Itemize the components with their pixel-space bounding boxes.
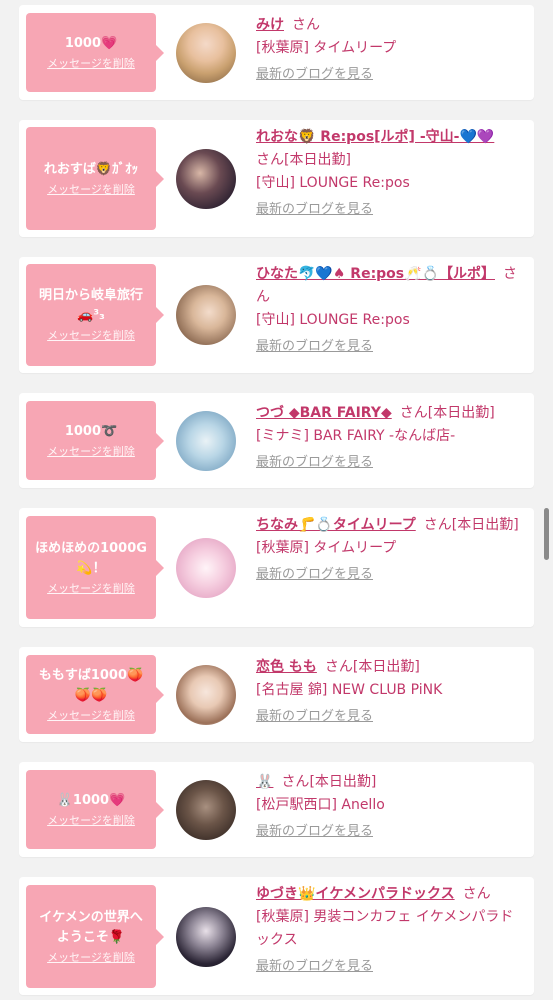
attendance-status: [本日出勤] [284,152,351,168]
delete-message-link[interactable]: メッセージを削除 [47,581,135,597]
honorific: さん [292,17,320,33]
message-text: 1000➰ [64,423,118,439]
message-text: ももすば1000🍑🍑🍑 [38,667,144,703]
cast-name-link[interactable]: つづ ◆BAR FAIRY◆ [256,405,392,421]
message-card: 1000💗 メッセージを削除 みけ さん [秋葉原] タイムリープ 最新のブログを… [19,5,534,100]
avatar[interactable] [176,665,236,725]
message-bubble: 1000💗 メッセージを削除 [26,13,164,92]
shop-name: [名古屋 錦] NEW CLUB PiNK [256,682,443,698]
message-text: ほめほめの1000G💫！ [35,540,147,576]
honorific: さん [256,152,284,168]
delete-message-link[interactable]: メッセージを削除 [47,328,135,344]
delete-message-link[interactable]: メッセージを削除 [47,56,135,72]
avatar[interactable] [176,538,236,598]
shop-name: [守山] LOUNGE Re:pos [256,312,410,328]
cast-name-link[interactable]: 🐰 [256,774,273,790]
message-card: ももすば1000🍑🍑🍑 メッセージを削除 恋色 もも さん[本日出勤] [名古屋 … [19,647,534,742]
cast-name-link[interactable]: みけ [256,17,284,33]
message-text: イケメンの世界へようこそ🌹 [39,909,143,945]
cast-name-link[interactable]: れおな🦁 Re:pos[ルポ] -守山-💙💜 [256,129,494,145]
message-bubble: 🐰1000💗 メッセージを削除 [26,770,164,849]
cast-name-link[interactable]: 恋色 もも [256,659,317,675]
delete-message-link[interactable]: メッセージを削除 [47,708,135,724]
scrollbar[interactable] [544,508,549,560]
message-card: 明日から岐阜旅行🚗³₃ メッセージを削除 ひなた🐬💙♠ Re:pos🥂💍【ルポ】… [19,257,534,373]
delete-message-link[interactable]: メッセージを削除 [47,813,135,829]
delete-message-link[interactable]: メッセージを削除 [47,950,135,966]
shop-name: [秋葉原] 男装コンカフェ イケメンパラドックス [256,909,514,948]
message-bubble: 明日から岐阜旅行🚗³₃ メッセージを削除 [26,264,164,366]
message-text: 1000💗 [64,35,118,51]
attendance-status: [本日出勤] [427,405,495,421]
avatar[interactable] [176,149,236,209]
honorific: さん [281,774,310,790]
view-blog-link[interactable]: 最新のブログを見る [256,563,373,586]
message-bubble: 1000➰ メッセージを削除 [26,401,164,480]
view-blog-link[interactable]: 最新のブログを見る [256,820,373,843]
message-bubble: ほめほめの1000G💫！ メッセージを削除 [26,516,164,619]
cast-name-link[interactable]: ひなた🐬💙♠ Re:pos🥂💍【ルポ】 [256,266,495,282]
view-blog-link[interactable]: 最新のブログを見る [256,198,373,221]
message-text: 🐰1000💗 [56,792,126,808]
message-card: 1000➰ メッセージを削除 つづ ◆BAR FAIRY◆ さん[本日出勤] [ミ… [19,393,534,488]
message-card: れおすば🦁ｶﾞｵｯ メッセージを削除 れおな🦁 Re:pos[ルポ] -守山-💙… [19,120,534,237]
message-card: ほめほめの1000G💫！ メッセージを削除 ちなみ🦵💍タイムリープ さん[本日出勤… [19,508,534,627]
shop-name: [秋葉原] タイムリープ [256,40,397,56]
view-blog-link[interactable]: 最新のブログを見る [256,705,373,728]
view-blog-link[interactable]: 最新のブログを見る [256,451,373,474]
view-blog-link[interactable]: 最新のブログを見る [256,955,373,978]
avatar[interactable] [176,285,236,345]
honorific: さん [324,659,353,675]
honorific: さん [462,886,491,902]
delete-message-link[interactable]: メッセージを削除 [47,182,135,198]
view-blog-link[interactable]: 最新のブログを見る [256,335,373,358]
message-bubble: れおすば🦁ｶﾞｵｯ メッセージを削除 [26,127,164,230]
honorific: さん [423,517,452,533]
message-card: イケメンの世界へようこそ🌹 メッセージを削除 ゆづき👑イケメンパラドックス さん … [19,877,534,995]
shop-name: [秋葉原] タイムリープ [256,540,397,556]
shop-name: [守山] LOUNGE Re:pos [256,175,410,191]
attendance-status: [本日出勤] [309,774,377,790]
message-bubble: ももすば1000🍑🍑🍑 メッセージを削除 [26,655,164,734]
message-text: 明日から岐阜旅行🚗³₃ [38,288,143,323]
shop-name: [松戸駅西口] Anello [256,797,385,813]
attendance-status: [本日出勤] [352,659,420,675]
view-blog-link[interactable]: 最新のブログを見る [256,63,373,86]
message-card: 🐰1000💗 メッセージを削除 🐰 さん[本日出勤] [松戸駅西口] Anello… [19,762,534,857]
attendance-status: [本日出勤] [451,517,519,533]
cast-name-link[interactable]: ちなみ🦵💍タイムリープ [256,517,416,533]
cast-name-link[interactable]: ゆづき👑イケメンパラドックス [256,886,455,902]
avatar[interactable] [176,780,236,840]
honorific: さん [399,405,428,421]
message-bubble: イケメンの世界へようこそ🌹 メッセージを削除 [26,885,164,988]
avatar[interactable] [176,907,236,967]
delete-message-link[interactable]: メッセージを削除 [47,444,135,460]
shop-name: [ミナミ] BAR FAIRY -なんば店- [256,428,456,444]
message-text: れおすば🦁ｶﾞｵｯ [43,161,139,177]
avatar[interactable] [176,23,236,83]
avatar[interactable] [176,411,236,471]
